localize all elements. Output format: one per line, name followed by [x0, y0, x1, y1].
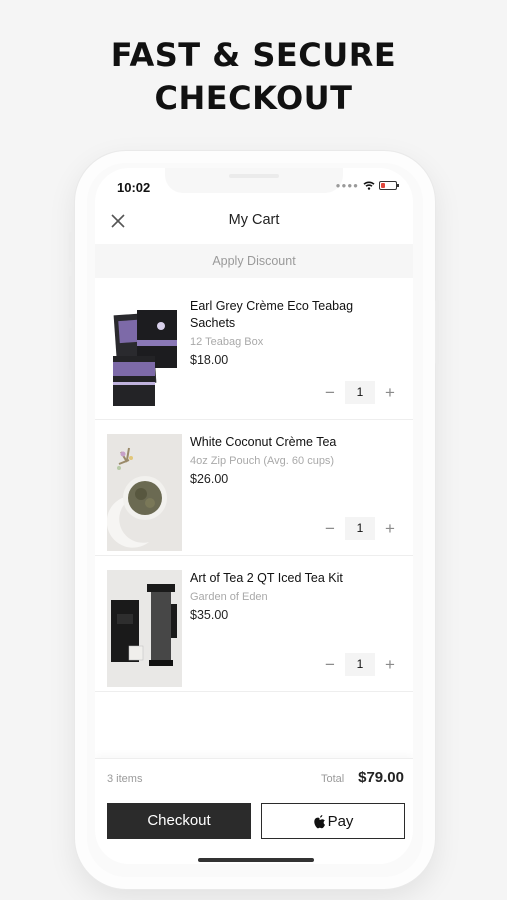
decrease-quantity-button[interactable]: − — [321, 384, 339, 402]
headline-line-1: FAST & SECURE — [110, 36, 397, 74]
product-name: White Coconut Crème Tea — [190, 435, 337, 449]
nav-bar: My Cart — [95, 202, 413, 242]
increase-quantity-button[interactable]: + — [381, 656, 399, 674]
battery-icon — [379, 181, 399, 190]
home-indicator — [198, 858, 314, 862]
headline: FAST & SECURE CHECKOUT — [0, 34, 507, 120]
phone-screen: 10:02 ●●●● My Cart Apply Discount Earl G… — [95, 168, 413, 864]
increase-quantity-button[interactable]: + — [381, 520, 399, 538]
quantity-stepper: − 1 + — [321, 653, 399, 676]
cart-list: Earl Grey Crème Eco Teabag Sachets 12 Te… — [95, 284, 413, 692]
product-image — [107, 570, 182, 687]
items-count: 3 items — [107, 773, 143, 785]
product-variant: 12 Teabag Box — [190, 336, 264, 348]
product-name: Art of Tea 2 QT Iced Tea Kit — [190, 571, 343, 585]
page-title: My Cart — [228, 212, 280, 228]
decrease-quantity-button[interactable]: − — [321, 656, 339, 674]
product-price: $18.00 — [190, 353, 229, 367]
notch — [165, 168, 343, 193]
product-variant: Garden of Eden — [190, 591, 268, 603]
decrease-quantity-button[interactable]: − — [321, 520, 339, 538]
quantity-value[interactable]: 1 — [345, 381, 375, 404]
status-time: 10:02 — [117, 180, 151, 195]
checkout-button[interactable]: Checkout — [107, 803, 251, 839]
increase-quantity-button[interactable]: + — [381, 384, 399, 402]
quantity-value[interactable]: 1 — [345, 653, 375, 676]
product-variant: 4oz Zip Pouch (Avg. 60 cups) — [190, 455, 335, 467]
apple-pay-label: Pay — [327, 812, 354, 830]
product-price: $26.00 — [190, 472, 229, 486]
product-price: $35.00 — [190, 608, 229, 622]
status-icons: ●●●● — [335, 181, 399, 190]
phone-volume-up-button — [69, 276, 73, 318]
apple-pay-button[interactable]: Pay — [261, 803, 405, 839]
product-name: Earl Grey Crème Eco Teabag Sachets — [190, 299, 354, 330]
phone-side-button — [69, 232, 73, 262]
headline-line-2: CHECKOUT — [154, 79, 353, 117]
phone-volume-down-button — [69, 328, 73, 370]
cart-item: Earl Grey Crème Eco Teabag Sachets 12 Te… — [95, 284, 413, 420]
apple-icon — [313, 814, 325, 828]
product-image — [107, 434, 182, 551]
apply-discount-button[interactable]: Apply Discount — [95, 244, 413, 278]
wifi-icon — [363, 181, 375, 190]
speaker — [229, 174, 279, 178]
phone-power-button — [435, 300, 439, 364]
checkout-footer: 3 items Total $79.00 Checkout Pay — [95, 758, 413, 864]
cart-item: Art of Tea 2 QT Iced Tea Kit Garden of E… — [95, 556, 413, 692]
total-value: $79.00 — [358, 769, 404, 786]
quantity-stepper: − 1 + — [321, 381, 399, 404]
product-image — [107, 298, 182, 415]
quantity-stepper: − 1 + — [321, 517, 399, 540]
cart-item: White Coconut Crème Tea 4oz Zip Pouch (A… — [95, 420, 413, 556]
total-label: Total — [321, 773, 345, 785]
quantity-value[interactable]: 1 — [345, 517, 375, 540]
signal-icon: ●●●● — [335, 181, 359, 190]
